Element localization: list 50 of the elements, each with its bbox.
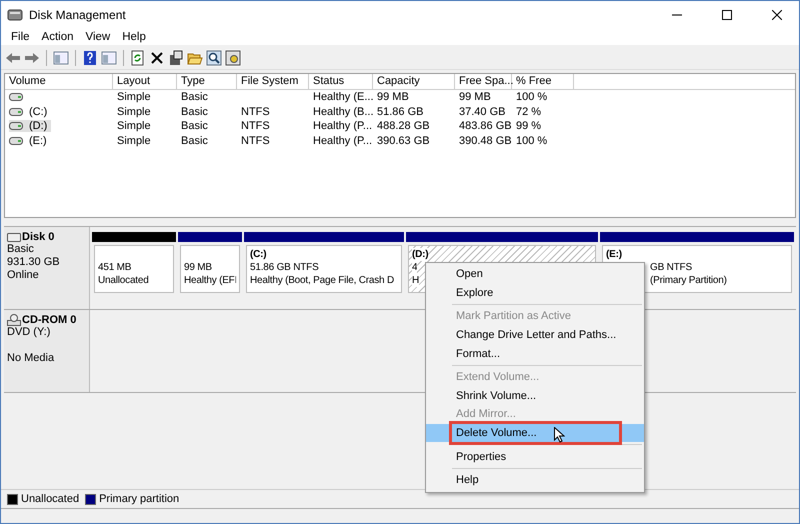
table-cell: Healthy (P... [313, 120, 372, 132]
partition-detail: (Primary Partition) [649, 274, 728, 287]
table-cell: 100 % [516, 134, 548, 147]
table-cell: NTFS [241, 134, 270, 147]
partition-detail: Healthy (Boot, Page File, Crash D [250, 274, 396, 287]
table-cell: 37.40 GB [459, 106, 506, 118]
legend-label: Unallocated [21, 493, 80, 505]
disk-detail: Basic [7, 243, 35, 256]
partition-detail: Healthy (EFI [184, 274, 236, 287]
disk-detail: No Media [7, 352, 56, 365]
table-cell: Basic [181, 106, 208, 118]
partition-detail: Unallocated [98, 274, 150, 287]
table-cell: 99 % [516, 120, 542, 132]
table-cell: Simple [117, 134, 151, 147]
table-cell: 390.63 GB [377, 134, 430, 147]
table-cell: Basic [181, 120, 208, 132]
disk-detail: 931.30 GB [7, 256, 61, 269]
table-cell: 488.28 GB [377, 120, 430, 132]
table-cell: Healthy (B... [313, 106, 374, 118]
table-cell: 483.86 GB [459, 120, 512, 132]
disk-detail: DVD (Y:) [7, 326, 52, 339]
table-cell: Healthy (E... [313, 91, 374, 104]
table-cell: Simple [117, 106, 151, 118]
table-cell: Basic [181, 91, 208, 104]
table-cell: 100 % [516, 91, 548, 104]
partition-detail: (E:) [606, 248, 623, 261]
table-cell: Simple [117, 91, 151, 104]
partition-detail: 4 [412, 261, 418, 274]
partition-detail: 51.86 GB NTFS [250, 261, 320, 274]
table-cell: 99 MB [377, 91, 409, 104]
partition-detail: H [412, 274, 420, 287]
partition-detail: 451 MB [98, 261, 132, 274]
partition-detail: (C:) [250, 248, 268, 261]
window-title: Disk Management [29, 8, 126, 22]
table-cell: NTFS [241, 106, 270, 118]
disk-name: CD-ROM 0 [22, 314, 76, 326]
disk-name: Disk 0 [22, 231, 54, 243]
table-cell: Simple [117, 120, 151, 132]
legend-label: Primary partition [99, 493, 180, 505]
partition-detail: 99 MB [184, 261, 213, 274]
table-cell: 99 MB [459, 91, 491, 104]
partition-detail: (D:) [412, 248, 428, 261]
table-cell: 51.86 GB [377, 106, 424, 118]
partition-detail: GB NTFS [649, 261, 693, 274]
table-cell: Healthy (P... [313, 134, 372, 147]
disk-detail: Online [7, 269, 40, 282]
table-cell: NTFS [241, 120, 270, 132]
table-cell: Basic [181, 134, 208, 147]
table-cell: 72 % [516, 106, 542, 118]
table-cell: 390.48 GB [459, 134, 512, 147]
